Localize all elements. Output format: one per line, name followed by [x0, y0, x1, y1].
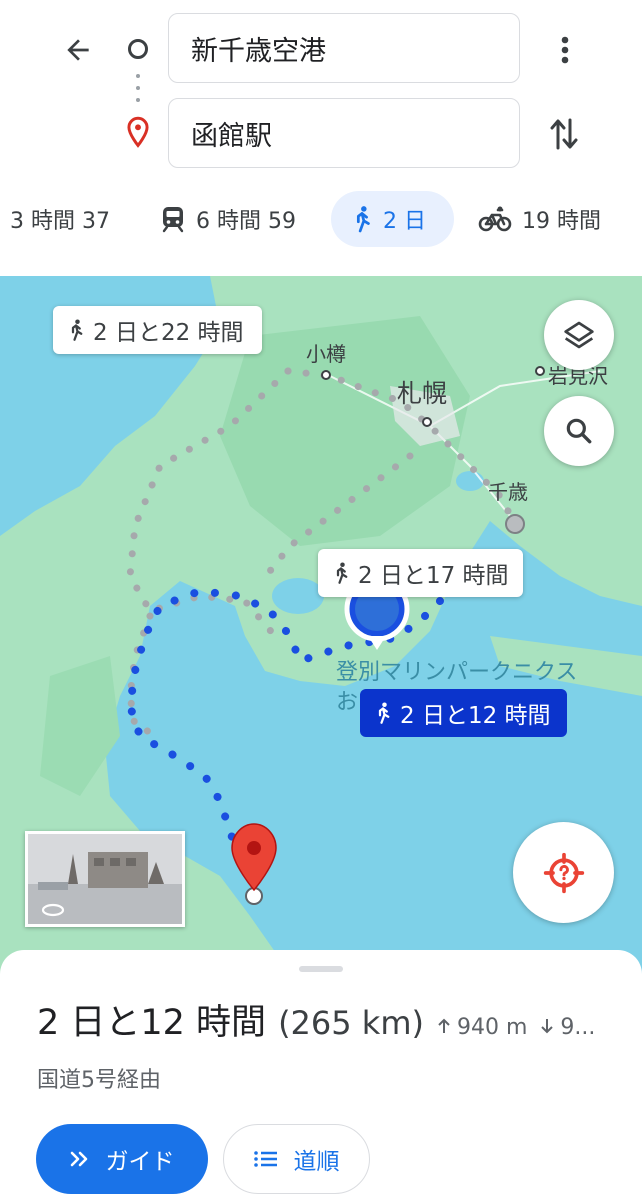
- route-callout-alt-1[interactable]: 2 日と22 時間: [53, 306, 262, 354]
- route-via: 国道5号経由: [37, 1068, 161, 1093]
- list-icon: [253, 1151, 277, 1167]
- route-callout-alt-1-label: 2 日と22 時間: [93, 320, 244, 346]
- more-options-button[interactable]: [548, 28, 582, 72]
- bike-icon: [478, 206, 512, 232]
- steps-button[interactable]: 道順: [223, 1124, 370, 1194]
- route-callout-alt-2[interactable]: 2 日と17 時間: [318, 549, 523, 597]
- origin-text: 新千歳空港: [191, 35, 326, 67]
- route-callout-selected[interactable]: 2 日と12 時間: [360, 689, 567, 737]
- guide-label: ガイド: [105, 1149, 175, 1175]
- back-button[interactable]: [56, 28, 100, 72]
- mode-drive-label: 3 時間 37: [10, 209, 110, 234]
- route-bottom-sheet[interactable]: 2 日と12 時間 (265 km) 940 m 9... 国道5号経由 ガイド…: [0, 950, 642, 1200]
- walk-icon: [336, 562, 348, 584]
- stop-iwamizawa: [535, 366, 545, 376]
- my-location-button[interactable]: [513, 822, 614, 923]
- connector-dot: [136, 74, 140, 78]
- destination-pin-icon: [127, 116, 149, 148]
- guide-button[interactable]: ガイド: [36, 1124, 208, 1194]
- walk-icon: [356, 206, 370, 233]
- route-summary: 2 日と12 時間 (265 km) 940 m 9...: [37, 994, 595, 1044]
- land-forest: [40, 656, 120, 796]
- origin-marker: [505, 514, 525, 534]
- ascent-value: 940 m: [456, 1015, 528, 1040]
- place-label-sapporo: 札幌: [397, 379, 448, 408]
- elevation-ascent: 940 m: [438, 1015, 527, 1040]
- directions-header: 新千歳空港 函館駅 3 時間 37 6 時間 59 2 日 19 時間: [0, 0, 642, 276]
- mode-bike-tab[interactable]: 19 時間: [478, 191, 601, 247]
- connector-dot: [136, 98, 140, 102]
- steps-label: 道順: [293, 1149, 340, 1175]
- walk-icon: [378, 702, 390, 724]
- poi-label[interactable]: 登別マリンパークニクス: [336, 654, 577, 686]
- arrow-back-icon: [67, 39, 89, 61]
- elevation-descent: 9...: [541, 1015, 595, 1040]
- route-distance: (265 km): [278, 1004, 424, 1042]
- map-search-button[interactable]: [544, 396, 614, 466]
- destination-pin-hole: [247, 841, 261, 855]
- mode-drive-tab[interactable]: 3 時間 37: [10, 191, 110, 247]
- route-callout-alt-2-label: 2 日と17 時間: [358, 563, 509, 589]
- route-callout-selected-label: 2 日と12 時間: [400, 703, 551, 729]
- layers-button[interactable]: [544, 300, 614, 370]
- lake: [456, 471, 484, 491]
- destination-text: 函館駅: [191, 120, 272, 152]
- destination-input[interactable]: 函館駅: [168, 98, 520, 168]
- drag-handle[interactable]: [299, 966, 343, 972]
- swap-button[interactable]: [540, 110, 588, 158]
- descent-value: 9...: [560, 1015, 596, 1040]
- swap-vert-icon: [550, 118, 578, 150]
- stop-sapporo: [422, 417, 432, 427]
- lake: [272, 578, 324, 614]
- arrow-down-icon: [541, 1019, 554, 1034]
- mode-transit-tab[interactable]: 6 時間 59: [160, 191, 296, 247]
- train-icon: [162, 207, 184, 233]
- mode-bike-label: 19 時間: [522, 209, 601, 234]
- poi-label-sub: お: [336, 690, 359, 715]
- mode-walk-label: 2 日: [383, 209, 426, 234]
- mode-transit-label: 6 時間 59: [196, 209, 296, 234]
- origin-input[interactable]: 新千歳空港: [168, 13, 520, 83]
- walk-icon: [71, 319, 83, 341]
- location-unavailable-icon: [543, 852, 584, 893]
- place-label-otaru: 小樽: [306, 342, 346, 366]
- layers-icon: [564, 321, 594, 349]
- search-icon: [566, 418, 592, 444]
- double-chevron-icon: [70, 1151, 87, 1167]
- destination-pin: [231, 823, 277, 892]
- connector-dot: [136, 86, 140, 90]
- stop-otaru: [321, 370, 331, 380]
- street-view-thumbnail[interactable]: [25, 831, 185, 927]
- origin-circle-icon: [128, 39, 148, 59]
- route-duration: 2 日と12 時間: [37, 1003, 267, 1043]
- mode-walk-tab[interactable]: 2 日: [331, 191, 454, 247]
- place-label-chitose: 千歳: [488, 480, 528, 504]
- 360-icon: [41, 903, 65, 917]
- arrow-up-icon: [438, 1018, 450, 1033]
- more-vert-icon: [561, 36, 569, 64]
